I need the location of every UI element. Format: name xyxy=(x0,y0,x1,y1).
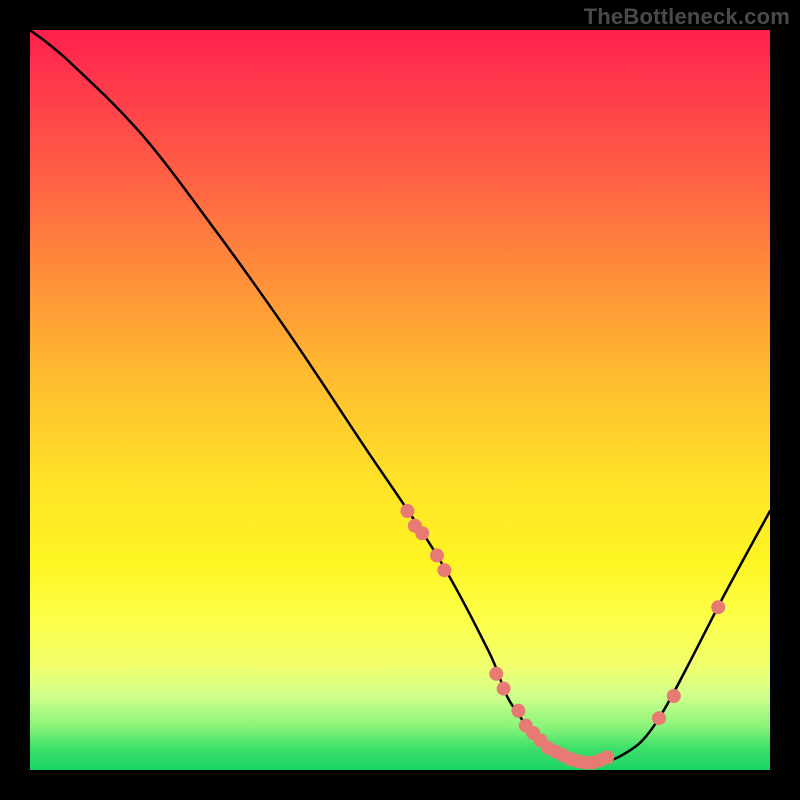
marker-point xyxy=(600,750,614,764)
chart-frame: TheBottleneck.com xyxy=(0,0,800,800)
marker-point xyxy=(430,548,444,562)
bottleneck-curve-path xyxy=(30,30,770,763)
plot-area xyxy=(30,30,770,770)
chart-svg xyxy=(30,30,770,770)
marker-point xyxy=(489,667,503,681)
marker-point xyxy=(652,711,666,725)
marker-group xyxy=(400,504,725,770)
marker-point xyxy=(400,504,414,518)
attribution-label: TheBottleneck.com xyxy=(584,4,790,30)
marker-point xyxy=(667,689,681,703)
marker-point xyxy=(711,600,725,614)
marker-point xyxy=(415,526,429,540)
marker-point xyxy=(511,704,525,718)
marker-point xyxy=(497,682,511,696)
marker-point xyxy=(437,563,451,577)
